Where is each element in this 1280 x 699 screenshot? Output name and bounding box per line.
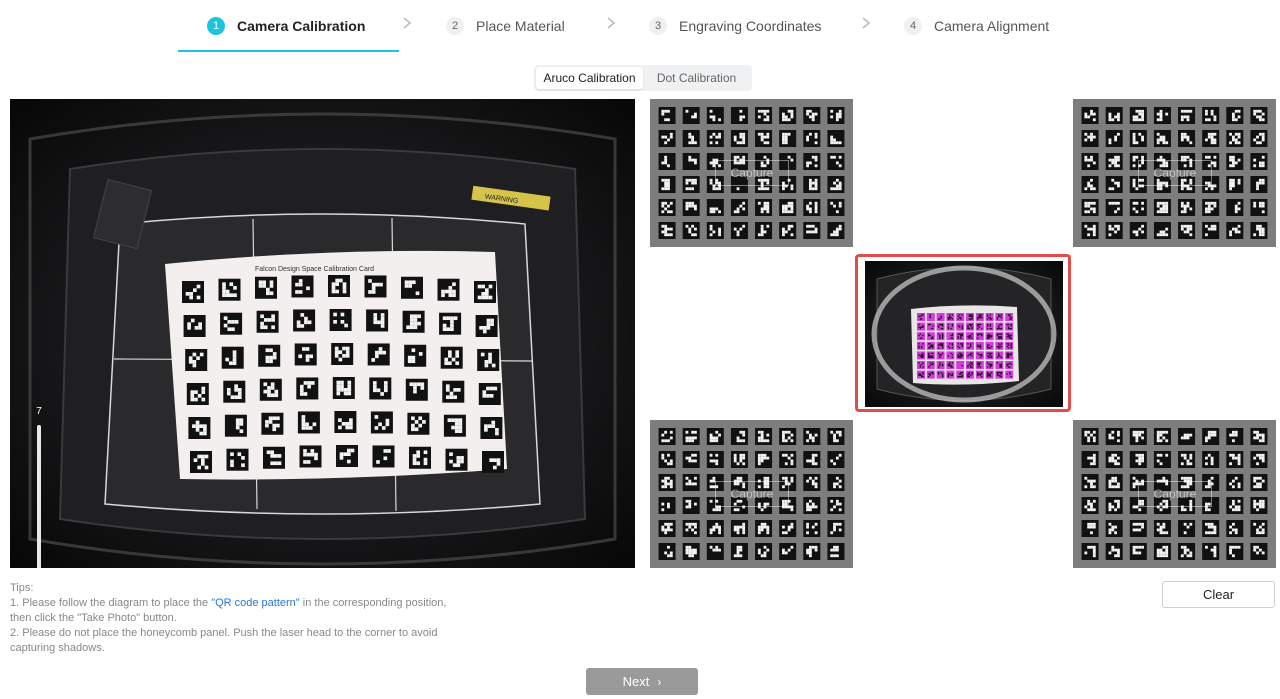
clear-button[interactable]: Clear [1162,581,1275,608]
chevron-right-icon: › [657,674,662,689]
tips-title: Tips: [10,582,34,594]
tips-panel: Tips: 1. Please follow the diagram to pl… [10,581,510,656]
brightness-value: 7 [36,406,42,417]
chevron-right-icon [403,17,412,29]
brightness-slider[interactable]: 7 [24,399,54,568]
chevron-right-icon [607,17,616,29]
capture-card-top-right[interactable]: Capture [1073,99,1276,247]
step-place-material[interactable]: 2 Place Material [446,0,565,52]
capture-card-top-left[interactable]: Capture [650,99,853,247]
capture-button[interactable]: Capture [1138,481,1212,507]
step-number: 4 [904,17,922,35]
step-number: 3 [649,17,667,35]
step-label: Camera Alignment [934,18,1050,34]
tip-text: then click the "Take Photo" button. [10,612,177,624]
captured-photo [865,261,1063,407]
step-label: Engraving Coordinates [679,18,822,34]
step-camera-alignment[interactable]: 4 Camera Alignment [904,0,1049,52]
camera-preview: WARNING Falcon Design Space Calibration … [10,99,635,568]
calibration-card-title: Falcon Design Space Calibration Card [255,266,374,273]
capture-card-bottom-right[interactable]: Capture [1073,420,1276,568]
capture-button[interactable]: Capture [1138,160,1212,186]
camera-feed-image: WARNING Falcon Design Space Calibration … [28,112,617,566]
calibration-mode-toggle: Aruco Calibration Dot Calibration [534,65,752,91]
qr-pattern-link[interactable]: "QR code pattern" [211,597,300,609]
stepper: 1 Camera Calibration 2 Place Material 3 … [0,0,1280,52]
dot-calibration-tab[interactable]: Dot Calibration [643,67,750,89]
next-label: Next [622,674,650,689]
step-number: 1 [207,17,225,35]
step-camera-calibration[interactable]: 1 Camera Calibration [207,0,365,52]
capture-button[interactable]: Capture [715,481,789,507]
brightness-track[interactable] [37,425,41,568]
tip-text: 1. Please follow the diagram to place th… [10,597,212,609]
tip-text: capturing shadows. [10,642,105,654]
step-number: 2 [446,17,464,35]
capture-button[interactable]: Capture [715,160,789,186]
active-step-indicator [178,50,399,52]
chevron-right-icon [862,17,871,29]
step-engraving-coordinates[interactable]: 3 Engraving Coordinates [649,0,821,52]
capture-card-bottom-left[interactable]: Capture [650,420,853,568]
step-label: Place Material [476,18,565,34]
capture-card-center-selected[interactable] [855,254,1071,412]
tip-text: 2. Please do not place the honeycomb pan… [10,627,438,639]
next-button[interactable]: Next › [586,668,698,695]
step-label: Camera Calibration [237,18,366,34]
tip-line: 1. Please follow the diagram to place th… [10,596,510,611]
aruco-calibration-tab[interactable]: Aruco Calibration [536,67,643,89]
tip-text: in the corresponding position, [299,597,447,609]
